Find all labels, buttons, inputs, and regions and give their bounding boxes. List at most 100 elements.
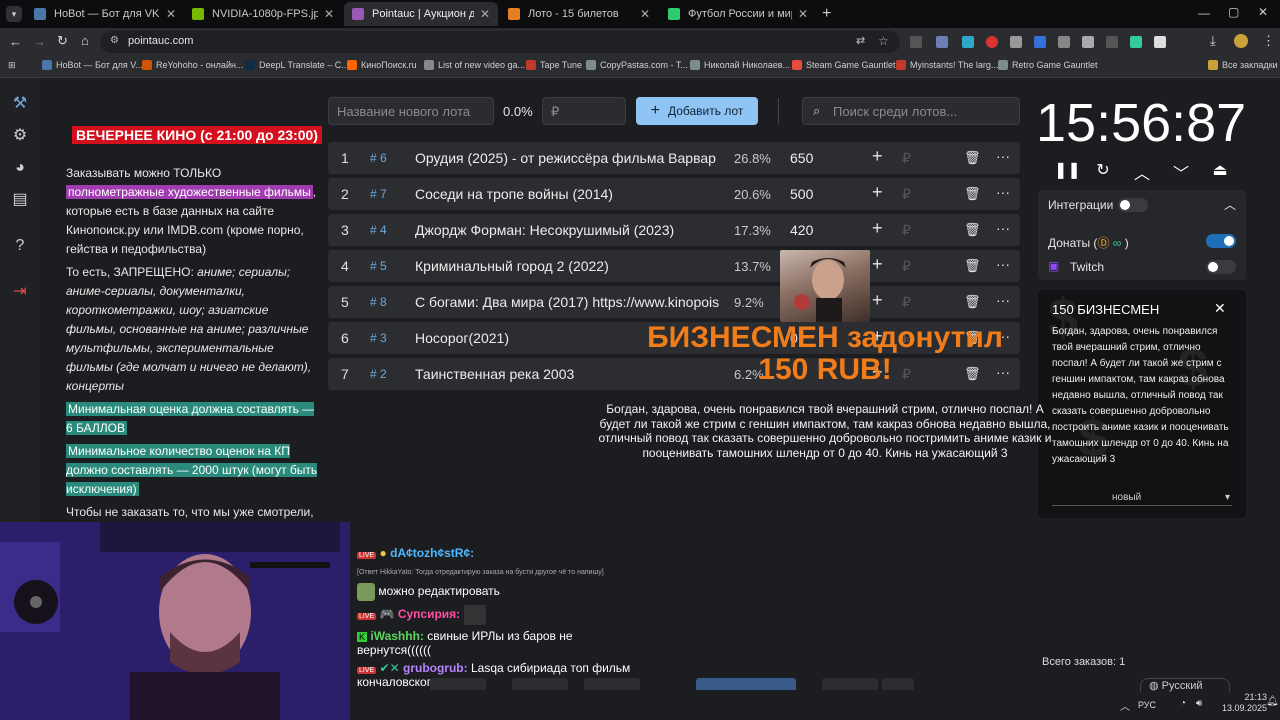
control-button[interactable] [430, 678, 486, 690]
twitch-toggle[interactable] [1206, 260, 1236, 274]
rub-icon[interactable]: ₽ [902, 186, 911, 203]
chevron-up-icon[interactable]: ︿ [1224, 196, 1236, 213]
reload-icon[interactable]: ↻ [57, 33, 68, 49]
lot-name[interactable]: Орудия (2025) - от режиссёра фильма Варв… [415, 150, 719, 166]
back-icon[interactable]: ← [9, 34, 22, 49]
bookmark-item[interactable]: КиноПоиск.ru [347, 60, 417, 70]
lot-name[interactable]: Джордж Форман: Несокрушимый (2023) [415, 222, 719, 238]
extension-icon[interactable] [910, 36, 922, 48]
help-icon[interactable]: ? [10, 236, 30, 256]
close-icon[interactable]: ✕ [640, 7, 650, 21]
status-select[interactable]: новый ▾ [1052, 490, 1232, 506]
settings-icon[interactable]: ⚙ [10, 126, 30, 146]
translate-icon[interactable]: ⇄ [856, 34, 865, 47]
add-amount-icon[interactable]: + [872, 290, 883, 311]
lot-row[interactable]: 4 # 5 Криминальный город 2 (2022) 13.7% + ₽ 🗑︎… [328, 250, 1020, 282]
more-icon[interactable]: ··· [996, 256, 1010, 272]
rub-icon[interactable]: ₽ [902, 294, 911, 311]
volume-icon[interactable]: 🔊︎ [1196, 698, 1202, 709]
clipboard-icon[interactable]: ▤ [10, 190, 30, 210]
control-button[interactable] [822, 678, 878, 690]
more-icon[interactable]: ··· [996, 220, 1010, 236]
minimize-icon[interactable]: — [1198, 6, 1210, 20]
close-window-icon[interactable]: ✕ [1258, 5, 1268, 19]
notification-icon[interactable]: 🔔︎ [1266, 696, 1279, 707]
add-amount-icon[interactable]: + [872, 182, 883, 203]
input-language[interactable]: РУС [1138, 700, 1156, 710]
more-icon[interactable]: ··· [996, 292, 1010, 308]
extension-icon[interactable] [1034, 36, 1046, 48]
close-icon[interactable]: ✕ [1214, 300, 1226, 316]
rub-icon[interactable]: ₽ [902, 222, 911, 239]
trash-icon[interactable]: 🗑︎ [964, 258, 981, 274]
lot-name-input[interactable]: Название нового лота [328, 97, 494, 125]
lot-amount[interactable]: 420 [790, 222, 813, 238]
close-icon[interactable]: ✕ [798, 7, 808, 21]
lot-row[interactable]: 2 # 7 Соседи на тропе войны (2014) 20.6% 500… [328, 178, 1020, 210]
browser-tab[interactable]: Футбол России и мира 2025 -✕ [660, 2, 816, 26]
trash-icon[interactable]: 🗑︎ [964, 294, 981, 310]
extension-icon[interactable] [936, 36, 948, 48]
extension-icon[interactable] [1058, 36, 1070, 48]
bookmark-item[interactable]: Retro Game Gauntlet [998, 60, 1098, 70]
extension-icon[interactable] [962, 36, 974, 48]
wifi-icon[interactable]: ◔ [1180, 698, 1186, 709]
extension-icon[interactable] [1010, 36, 1022, 48]
rub-icon[interactable]: ₽ [902, 258, 911, 275]
trash-icon[interactable]: 🗑︎ [964, 186, 981, 202]
download-icon[interactable]: ⤓ [1210, 33, 1216, 49]
bookmark-item[interactable]: Николай Николаев... [690, 60, 790, 70]
close-icon[interactable]: ✕ [480, 7, 490, 21]
chevron-down-icon[interactable]: ﹀ [1171, 160, 1191, 183]
control-button[interactable] [882, 678, 914, 690]
donations-toggle[interactable] [1206, 234, 1236, 248]
language-select[interactable]: ◍ Русский [1140, 678, 1230, 692]
address-bar[interactable]: ⚙ pointauc.com ⇄ ☆ [100, 31, 900, 53]
bookmark-item[interactable]: DeepL Translate – С... [245, 60, 349, 70]
lot-row[interactable]: 5 # 8 С богами: Два мира (2017) https://ww… [328, 286, 1020, 318]
bookmark-item[interactable]: HoBot — Бот для V... [42, 60, 143, 70]
extension-icon[interactable] [1154, 36, 1166, 48]
add-amount-icon[interactable]: + [872, 146, 883, 167]
extension-icon[interactable] [1082, 36, 1094, 48]
bookmark-item[interactable]: Tape Tune [526, 60, 582, 70]
wheel-icon[interactable]: ◕ [10, 158, 30, 178]
extension-icon[interactable] [1106, 36, 1118, 48]
bookmark-item[interactable]: Steam Game Gauntlet [792, 60, 896, 70]
chevron-up-icon[interactable]: ︿ [1120, 698, 1130, 713]
extension-icon[interactable] [1130, 36, 1142, 48]
profile-avatar[interactable] [1234, 34, 1248, 48]
control-button[interactable] [584, 678, 640, 690]
all-bookmarks[interactable]: Все закладки [1208, 60, 1278, 70]
chevron-up-icon[interactable]: ︿ [1132, 160, 1152, 183]
control-button[interactable] [696, 678, 796, 690]
close-icon[interactable]: ✕ [166, 7, 176, 21]
logout-icon[interactable]: ⇥ [10, 282, 30, 302]
lot-name[interactable]: С богами: Два мира (2017) https://www.ki… [415, 294, 719, 310]
browser-tab[interactable]: HoBot — Бот для VK Video Live✕ [26, 2, 184, 26]
control-button[interactable] [512, 678, 568, 690]
lot-amount-input[interactable]: ₽ [542, 97, 626, 125]
maximize-icon[interactable]: ▢ [1228, 5, 1239, 19]
bookmark-item[interactable]: ReYohoho - онлайн... [142, 60, 243, 70]
lot-amount[interactable]: 500 [790, 186, 813, 202]
new-tab-button[interactable]: + [822, 5, 831, 23]
tab-list-button[interactable]: ▾ [6, 6, 22, 22]
integrations-toggle[interactable] [1118, 198, 1148, 212]
add-amount-icon[interactable]: + [872, 218, 883, 239]
add-amount-icon[interactable]: + [872, 254, 883, 275]
trash-icon[interactable]: 🗑︎ [964, 222, 981, 238]
forward-icon[interactable]: → [33, 34, 46, 49]
bookmark-star-icon[interactable]: ☆ [878, 34, 889, 48]
extension-icon[interactable] [986, 36, 998, 48]
lot-name[interactable]: Криминальный город 2 (2022) [415, 258, 719, 274]
lot-search-input[interactable]: ⌕ Поиск среди лотов... [802, 97, 1020, 125]
trash-icon[interactable]: 🗑︎ [964, 150, 981, 166]
browser-tab[interactable]: NVIDIA-1080p-FPS.jpg (3840×2160)✕ [184, 2, 342, 26]
add-lot-button[interactable]: + Добавить лот [636, 97, 758, 125]
browser-tab-active[interactable]: Pointauc | Аукцион для стримеров✕ [344, 2, 498, 26]
lot-row[interactable]: 3 # 4 Джордж Форман: Несокрушимый (2023) 17… [328, 214, 1020, 246]
bookmark-item[interactable]: CopyPastas.com - T... [586, 60, 688, 70]
auction-hammer-icon[interactable]: ⚒ [10, 94, 30, 114]
reset-icon[interactable]: ↻ [1093, 160, 1113, 180]
